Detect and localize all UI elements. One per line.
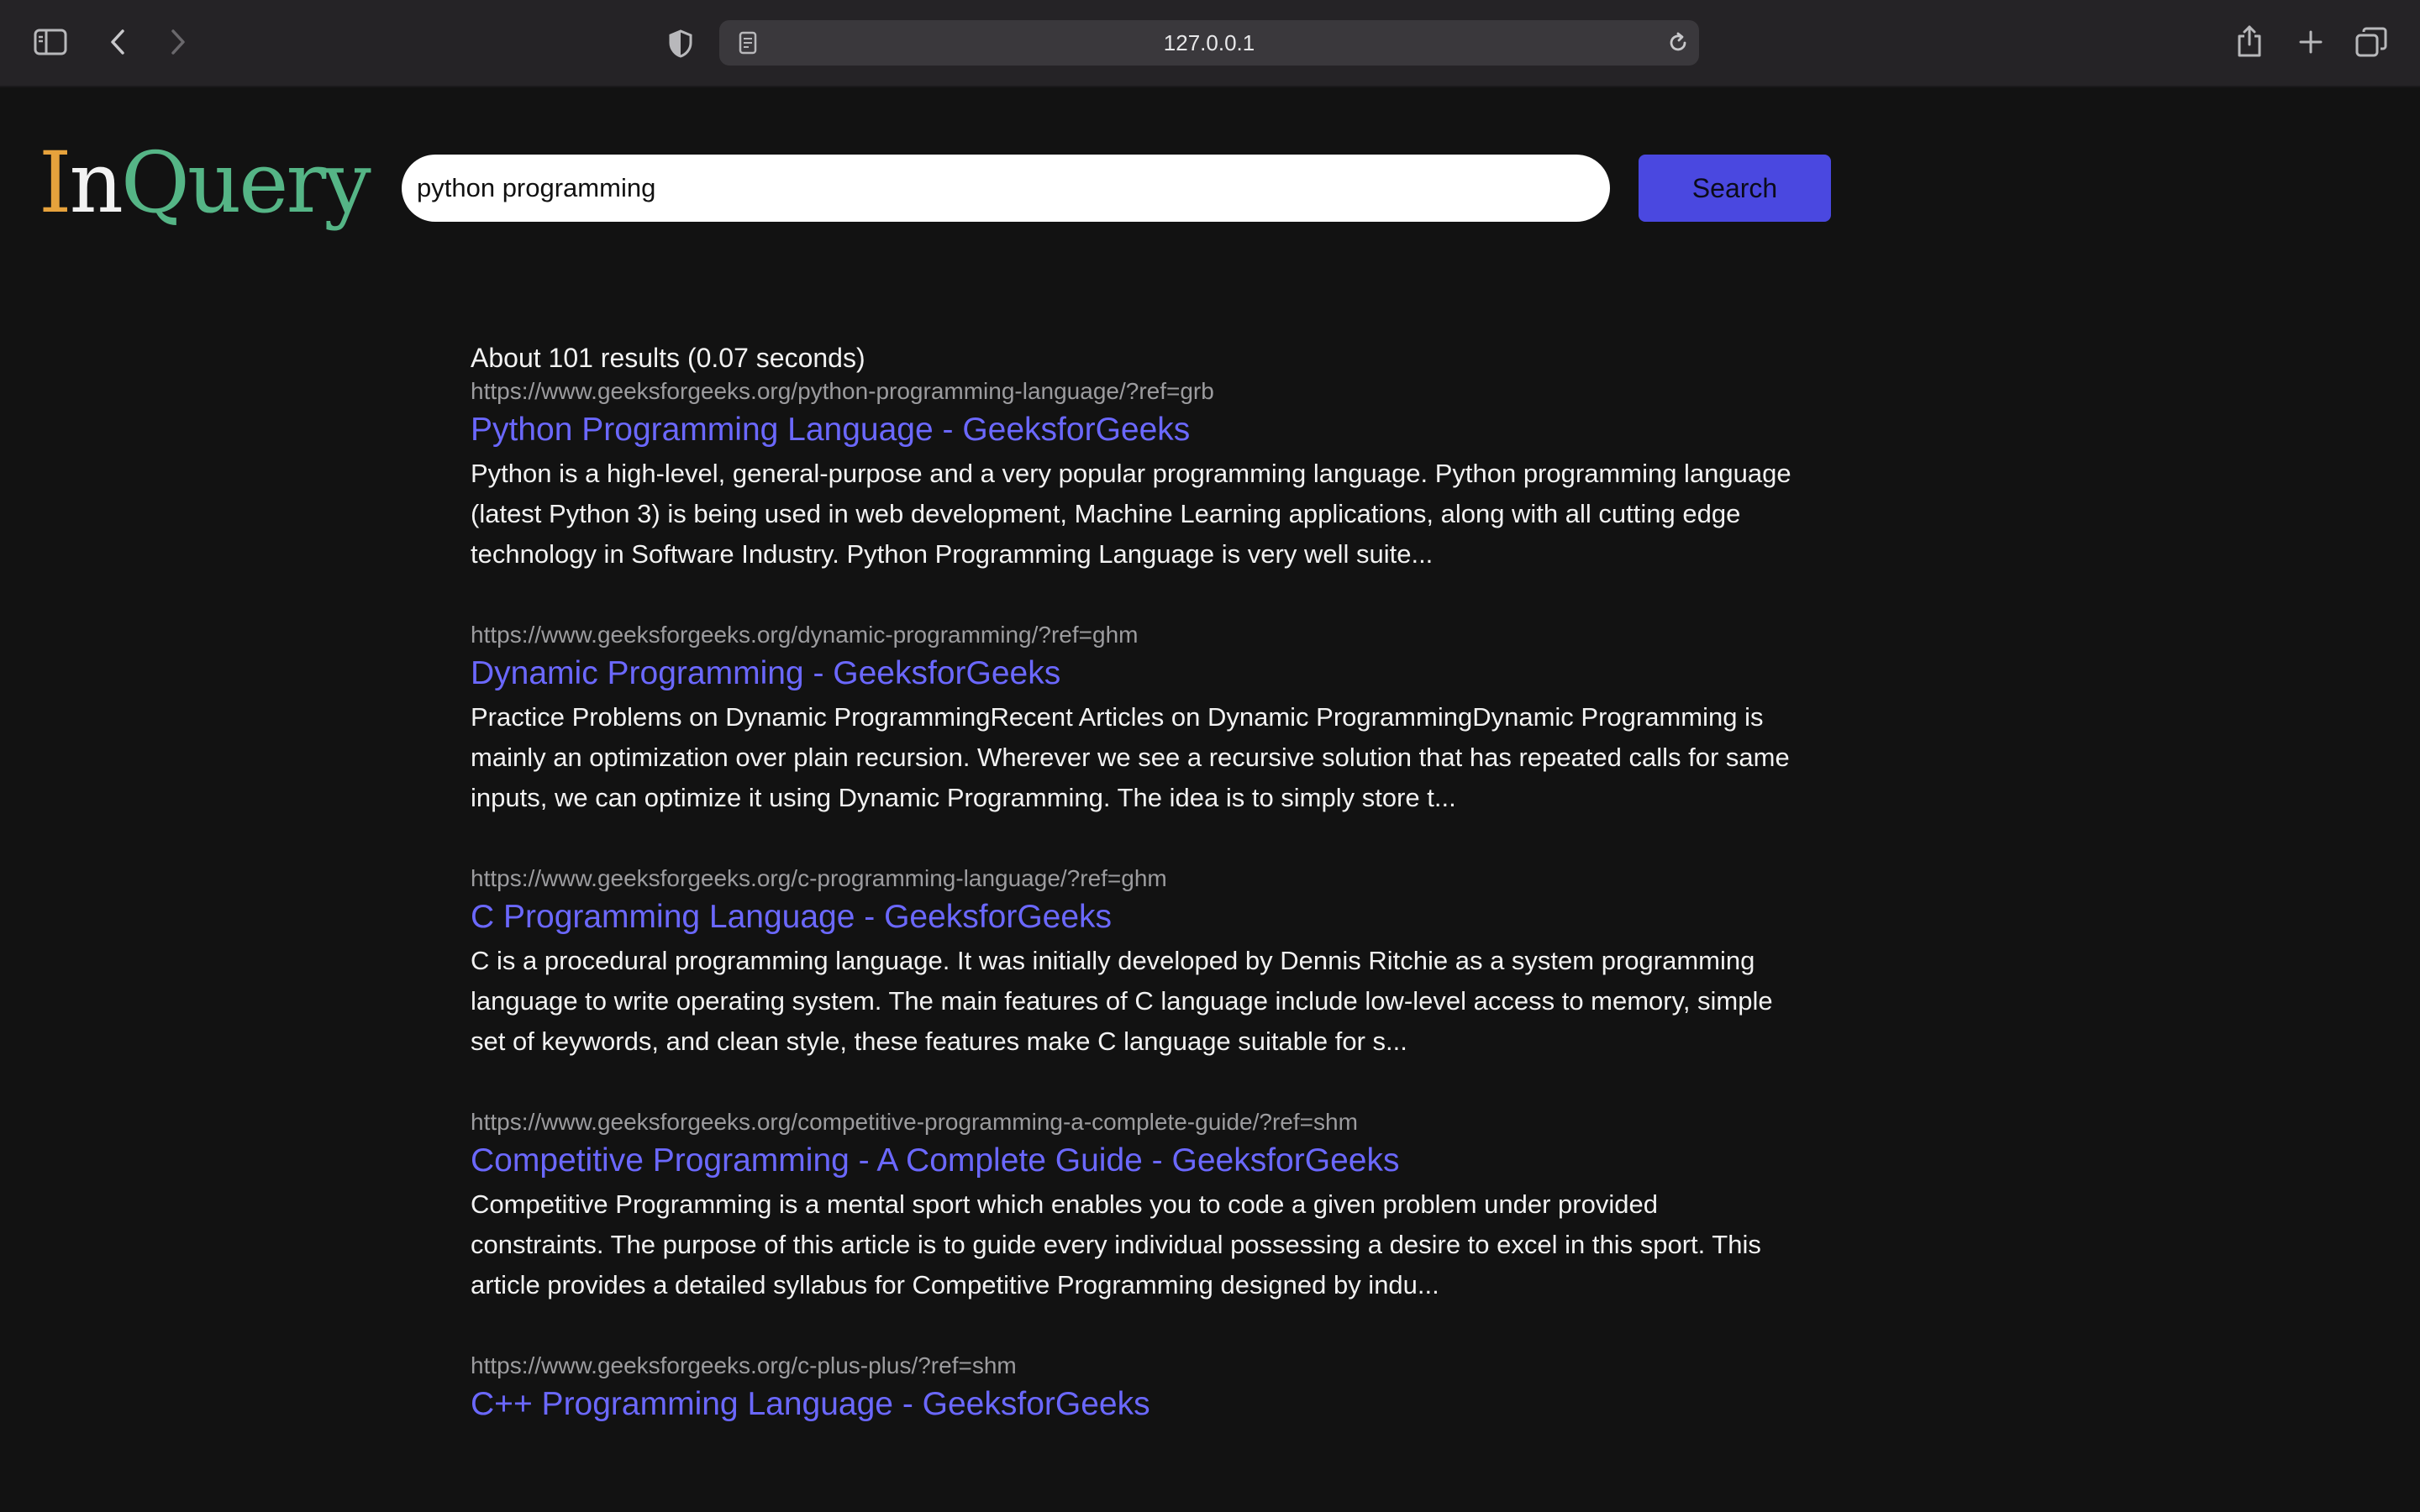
url-text: 127.0.0.1 (1163, 29, 1255, 55)
logo-letter-i: I (39, 134, 71, 232)
result-snippet: Python is a high-level, general-purpose … (471, 459, 1791, 569)
page-content: InQuery Search About 101 results (0.07 s… (0, 87, 2420, 1512)
tab-overview-icon[interactable] (2354, 25, 2388, 59)
chevron-left-icon[interactable] (104, 25, 131, 59)
logo[interactable]: InQuery (39, 141, 371, 225)
result-title-link[interactable]: Competitive Programming - A Complete Gui… (471, 1137, 1798, 1184)
result-item: https://www.geeksforgeeks.org/c-plus-plu… (471, 1351, 1798, 1428)
result-url: https://www.geeksforgeeks.org/c-plus-plu… (471, 1352, 1017, 1378)
result-snippet: C is a procedural programming language. … (471, 946, 1773, 1056)
result-title-link[interactable]: C Programming Language - GeeksforGeeks (471, 894, 1798, 941)
sidebar-toggle-icon[interactable] (32, 25, 69, 59)
result-title-link[interactable]: C++ Programming Language - GeeksforGeeks (471, 1381, 1798, 1428)
result-item: https://www.geeksforgeeks.org/dynamic-pr… (471, 620, 1798, 818)
result-url: https://www.geeksforgeeks.org/competitiv… (471, 1109, 1358, 1135)
search-input[interactable] (402, 155, 1610, 222)
browser-toolbar: 127.0.0.1 (0, 0, 2420, 87)
result-url: https://www.geeksforgeeks.org/dynamic-pr… (471, 622, 1139, 648)
result-item: https://www.geeksforgeeks.org/python-pro… (471, 376, 1798, 575)
results-list: About 101 results (0.07 seconds) https:/… (471, 339, 1798, 1473)
address-bar[interactable]: 127.0.0.1 (719, 20, 1699, 66)
result-item: https://www.geeksforgeeks.org/competitiv… (471, 1107, 1798, 1305)
search-button[interactable]: Search (1639, 155, 1831, 222)
logo-word-query: Query (120, 134, 371, 232)
result-snippet: Competitive Programming is a mental spor… (471, 1189, 1761, 1299)
plus-icon[interactable] (2296, 27, 2326, 57)
result-url: https://www.geeksforgeeks.org/python-pro… (471, 378, 1214, 404)
result-url: https://www.geeksforgeeks.org/c-programm… (471, 865, 1167, 891)
result-snippet: Practice Problems on Dynamic Programming… (471, 702, 1790, 812)
share-icon[interactable] (2235, 22, 2264, 60)
result-title-link[interactable]: Dynamic Programming - GeeksforGeeks (471, 650, 1798, 697)
shield-half-icon[interactable] (666, 27, 696, 60)
chevron-right-icon[interactable] (165, 25, 192, 59)
result-item: https://www.geeksforgeeks.org/c-programm… (471, 864, 1798, 1062)
result-title-link[interactable]: Python Programming Language - GeeksforGe… (471, 407, 1798, 454)
reload-icon[interactable] (1665, 30, 1691, 55)
results-stats: About 101 results (0.07 seconds) (471, 343, 865, 373)
logo-letter-n: n (69, 134, 124, 232)
